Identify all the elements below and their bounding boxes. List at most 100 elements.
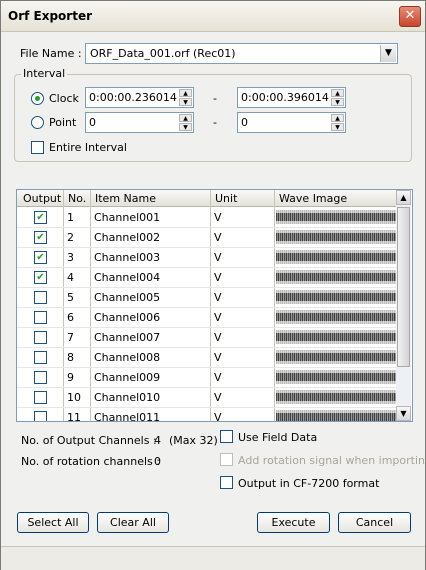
channel-number: 2 (67, 231, 74, 244)
wave-image (276, 370, 396, 384)
output-checkbox[interactable]: ✔ (34, 211, 47, 224)
close-button[interactable]: ✕ (399, 6, 421, 27)
select-all-button[interactable]: Select All (17, 512, 89, 533)
channel-unit: V (214, 371, 222, 384)
output-checkbox[interactable]: ✔ (34, 271, 47, 284)
point-label: Point (49, 116, 77, 129)
scroll-up-icon[interactable]: ▲ (396, 190, 411, 205)
header-item-name[interactable]: Item Name (95, 192, 156, 205)
cancel-button[interactable]: Cancel (338, 512, 411, 533)
spin-down-icon[interactable]: ▼ (331, 123, 344, 131)
spin-down-icon[interactable]: ▼ (331, 98, 344, 106)
clock-start-input[interactable]: 0:00:00.236014 ▲ ▼ (85, 87, 194, 108)
entire-interval-label: Entire Interval (49, 141, 127, 154)
channel-number: 8 (67, 351, 74, 364)
clock-start-value: 0:00:00.236014 (89, 91, 177, 104)
chevron-down-icon[interactable]: ▼ (380, 45, 396, 62)
output-checkbox[interactable] (34, 291, 47, 304)
clear-all-button[interactable]: Clear All (97, 512, 169, 533)
output-channels-max: (Max 32) (169, 434, 218, 447)
table-row[interactable]: ✔ 1 Channel001 V (17, 207, 396, 228)
clock-radio[interactable] (31, 92, 44, 105)
channel-unit: V (214, 411, 222, 422)
use-field-data-label: Use Field Data (238, 431, 318, 444)
point-radio[interactable] (31, 116, 44, 129)
spin-up-icon[interactable]: ▲ (331, 114, 344, 122)
spin-down-icon[interactable]: ▼ (179, 98, 192, 106)
spin-up-icon[interactable]: ▲ (331, 89, 344, 97)
wave-image (276, 330, 396, 344)
file-name-combo[interactable]: ORF_Data_001.orf (Rec01) ▼ (85, 43, 398, 64)
add-rotation-checkbox (220, 453, 233, 466)
channel-name: Channel005 (94, 291, 161, 304)
table-row[interactable]: ✔ 3 Channel003 V (17, 247, 396, 268)
title-bar: Orf Exporter ✕ (1, 1, 425, 32)
table-scrollbar[interactable]: ▲ ▼ (396, 190, 411, 421)
entire-interval-checkbox[interactable] (31, 141, 44, 154)
point-start-input[interactable]: 0 ▲ ▼ (85, 112, 194, 133)
channel-unit: V (214, 311, 222, 324)
file-name-label: File Name : (20, 47, 82, 60)
table-row[interactable]: 10 Channel010 V (17, 387, 396, 408)
output-checkbox[interactable]: ✔ (34, 251, 47, 264)
table-row[interactable]: 6 Channel006 V (17, 307, 396, 328)
table-row[interactable]: 5 Channel005 V (17, 287, 396, 308)
channel-name: Channel008 (94, 351, 161, 364)
output-checkbox[interactable] (34, 391, 47, 404)
clock-separator: - (213, 92, 217, 105)
wave-image (276, 350, 396, 364)
point-end-value: 0 (241, 116, 248, 129)
wave-image (276, 270, 396, 284)
header-no[interactable]: No. (68, 192, 86, 205)
output-checkbox[interactable] (34, 411, 47, 421)
orf-exporter-window: Orf Exporter ✕ File Name : ORF_Data_001.… (0, 0, 426, 570)
table-row[interactable]: 11 Channel011 V (17, 407, 396, 422)
radio-selected-dot (35, 96, 40, 101)
channel-unit: V (214, 251, 222, 264)
channel-number: 3 (67, 251, 74, 264)
use-field-data-checkbox[interactable] (220, 430, 233, 443)
channel-number: 6 (67, 311, 74, 324)
channel-number: 1 (67, 211, 74, 224)
point-end-input[interactable]: 0 ▲ ▼ (237, 112, 346, 133)
table-row[interactable]: 8 Channel008 V (17, 347, 396, 368)
output-checkbox[interactable] (34, 351, 47, 364)
wave-image (276, 290, 396, 304)
header-unit[interactable]: Unit (215, 192, 237, 205)
table-header: Output No. Item Name Unit Wave Image (17, 190, 396, 207)
header-wave-image[interactable]: Wave Image (279, 192, 347, 205)
wave-image (276, 250, 396, 264)
table-row[interactable]: 9 Channel009 V (17, 367, 396, 388)
channel-unit: V (214, 291, 222, 304)
channel-name: Channel011 (94, 411, 161, 422)
output-checkbox[interactable] (34, 371, 47, 384)
table-row[interactable]: 7 Channel007 V (17, 327, 396, 348)
clock-end-input[interactable]: 0:00:00.396014 ▲ ▼ (237, 87, 346, 108)
clock-label: Clock (49, 92, 79, 105)
output-checkbox[interactable]: ✔ (34, 231, 47, 244)
channel-name: Channel009 (94, 371, 161, 384)
channel-unit: V (214, 331, 222, 344)
output-channels-value: 4 (154, 434, 161, 447)
spin-up-icon[interactable]: ▲ (179, 89, 192, 97)
scroll-down-icon[interactable]: ▼ (396, 406, 411, 421)
output-checkbox[interactable] (34, 311, 47, 324)
spin-down-icon[interactable]: ▼ (179, 123, 192, 131)
spin-up-icon[interactable]: ▲ (179, 114, 192, 122)
scroll-thumb[interactable] (397, 207, 410, 367)
channel-unit: V (214, 211, 222, 224)
table-row[interactable]: ✔ 2 Channel002 V (17, 227, 396, 248)
table-row[interactable]: ✔ 4 Channel004 V (17, 267, 396, 288)
header-output[interactable]: Output (23, 192, 61, 205)
cf7200-checkbox[interactable] (220, 476, 233, 489)
execute-button[interactable]: Execute (257, 512, 330, 533)
channel-name: Channel001 (94, 211, 161, 224)
file-name-value: ORF_Data_001.orf (Rec01) (90, 47, 236, 60)
channel-number: 9 (67, 371, 74, 384)
channel-unit: V (214, 351, 222, 364)
rotation-channels-value: 0 (154, 455, 161, 468)
channel-name: Channel007 (94, 331, 161, 344)
channel-table: Output No. Item Name Unit Wave Image ✔ 1 C… (16, 189, 413, 422)
output-checkbox[interactable] (34, 331, 47, 344)
channel-unit: V (214, 391, 222, 404)
